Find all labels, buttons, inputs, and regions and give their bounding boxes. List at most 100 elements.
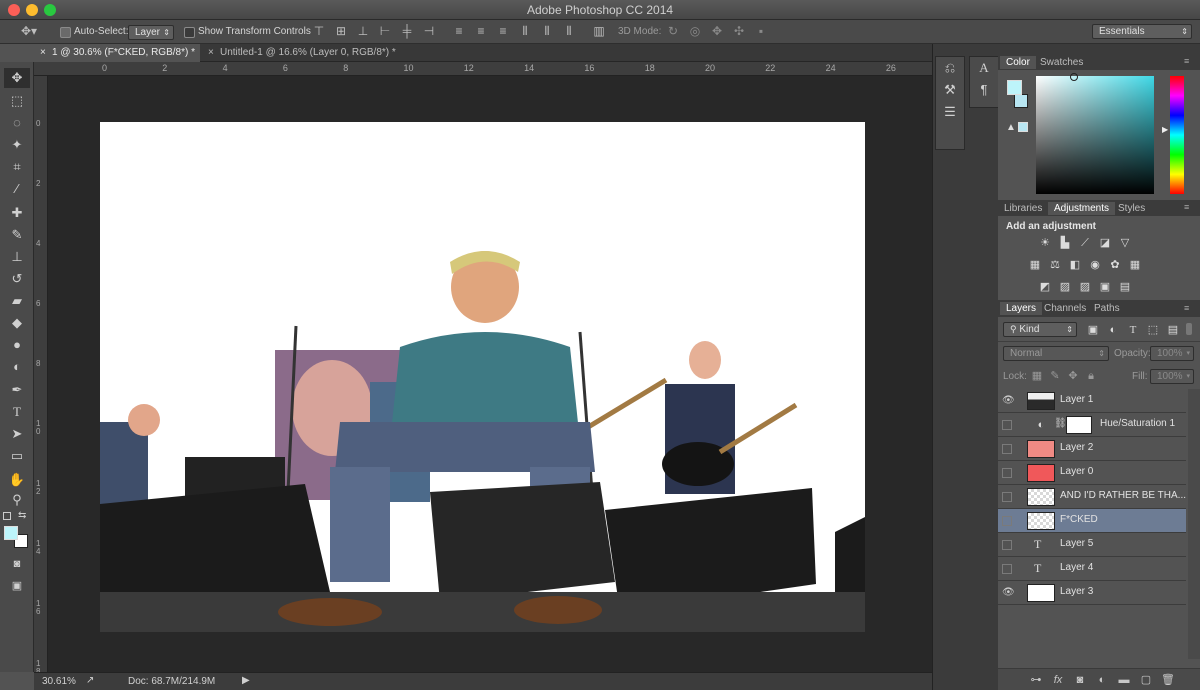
- align-vcenter-icon[interactable]: ⊞: [334, 24, 348, 38]
- filter-smart-object-icon[interactable]: ▤: [1166, 324, 1180, 336]
- photo-filter-icon[interactable]: ◉: [1088, 259, 1102, 271]
- filter-pixel-icon[interactable]: ▣: [1086, 324, 1100, 336]
- distribute-right-icon[interactable]: ⦀: [562, 24, 576, 38]
- brush-tool-icon[interactable]: ✎: [4, 225, 30, 245]
- swap-colors-icon[interactable]: ⇆: [18, 510, 26, 521]
- move-tool-icon[interactable]: ✥: [4, 68, 30, 88]
- brush-presets-icon[interactable]: ⚒: [936, 79, 964, 101]
- color-lookup-icon[interactable]: ▦: [1128, 259, 1142, 271]
- eye-icon[interactable]: 👁︎: [1002, 587, 1015, 599]
- tab-adjustments[interactable]: Adjustments: [1048, 202, 1116, 215]
- align-left-icon[interactable]: ⊢: [378, 24, 392, 38]
- eyedropper-tool-icon[interactable]: ⁄: [4, 179, 30, 199]
- layer-row[interactable]: 👁︎ Layer 3: [998, 581, 1186, 605]
- visibility-toggle[interactable]: [1002, 516, 1012, 526]
- visibility-toggle[interactable]: [1002, 468, 1012, 478]
- threshold-icon[interactable]: ▨: [1078, 281, 1092, 293]
- delete-layer-icon[interactable]: 🗑︎: [1160, 673, 1176, 687]
- layer-row[interactable]: Layer 2: [998, 437, 1186, 461]
- layer-thumbnail[interactable]: [1027, 584, 1055, 602]
- paragraph-panel-icon[interactable]: ¶: [970, 79, 998, 101]
- color-field[interactable]: [1036, 76, 1154, 194]
- gradient-map-icon[interactable]: ▤: [1118, 281, 1132, 293]
- eraser-tool-icon[interactable]: ▰: [4, 291, 30, 311]
- 3d-rotate-icon[interactable]: ↻: [666, 24, 680, 38]
- color-bg-swatch[interactable]: [1014, 94, 1028, 108]
- new-layer-icon[interactable]: ▢: [1138, 673, 1154, 687]
- zoom-tool-icon[interactable]: ⚲: [4, 490, 30, 510]
- black-white-icon[interactable]: ◧: [1068, 259, 1082, 271]
- new-adjustment-icon[interactable]: ◐: [1094, 673, 1110, 687]
- pen-tool-icon[interactable]: ✒: [4, 380, 30, 400]
- dodge-tool-icon[interactable]: ◐: [4, 357, 30, 377]
- layer-thumbnail[interactable]: [1027, 488, 1055, 506]
- history-panel-icon[interactable]: ⎌: [936, 57, 964, 79]
- path-selection-tool-icon[interactable]: ➤: [4, 424, 30, 444]
- panel-menu-icon[interactable]: ≡: [1184, 202, 1189, 212]
- filter-shape-icon[interactable]: ⬚: [1146, 324, 1160, 336]
- distribute-left-icon[interactable]: ⦀: [518, 24, 532, 38]
- properties-panel-icon[interactable]: ☰: [936, 101, 964, 123]
- layer-thumbnail[interactable]: [1027, 392, 1055, 410]
- auto-align-icon[interactable]: ▥: [592, 24, 606, 38]
- character-panel-icon[interactable]: A: [970, 57, 998, 79]
- screen-mode-icon[interactable]: ▣: [4, 576, 30, 596]
- status-menu-arrow-icon[interactable]: ▶: [242, 675, 250, 686]
- tab-styles[interactable]: Styles: [1112, 202, 1151, 215]
- visibility-toggle[interactable]: [1002, 564, 1012, 574]
- layer-row[interactable]: ◐ ⛓︎ Hue/Saturation 1: [998, 413, 1186, 437]
- 3d-pan-icon[interactable]: ✥: [710, 24, 724, 38]
- hand-tool-icon[interactable]: ✋: [4, 470, 30, 490]
- fill-field[interactable]: 100% ▾: [1150, 369, 1194, 384]
- color-balance-icon[interactable]: ⚖: [1048, 259, 1062, 271]
- align-right-icon[interactable]: ⊣: [422, 24, 436, 38]
- close-icon[interactable]: ×: [40, 44, 46, 62]
- tab-document-1[interactable]: × 1 @ 30.6% (F*CKED, RGB/8*) *: [34, 44, 200, 62]
- curves-icon[interactable]: ⟋: [1078, 237, 1092, 249]
- 3d-roll-icon[interactable]: ◎: [688, 24, 702, 38]
- filter-type-icon[interactable]: T: [1126, 324, 1140, 336]
- tab-layers[interactable]: Layers: [1000, 302, 1043, 315]
- tab-color[interactable]: Color: [1000, 56, 1036, 69]
- lock-position-icon[interactable]: ✥: [1066, 370, 1080, 382]
- tab-channels[interactable]: Channels: [1038, 302, 1092, 315]
- tab-paths[interactable]: Paths: [1088, 302, 1126, 315]
- posterize-icon[interactable]: ▨: [1058, 281, 1072, 293]
- type-tool-icon[interactable]: T: [4, 402, 30, 422]
- channel-mixer-icon[interactable]: ✿: [1108, 259, 1122, 271]
- share-icon[interactable]: ↗: [86, 675, 94, 686]
- 3d-slide-icon[interactable]: ✣: [732, 24, 746, 38]
- distribute-hcenter-icon[interactable]: ⦀: [540, 24, 554, 38]
- foreground-color-swatch[interactable]: [4, 526, 18, 540]
- blur-tool-icon[interactable]: ●: [4, 335, 30, 355]
- layer-row[interactable]: T Layer 4: [998, 557, 1186, 581]
- link-layers-icon[interactable]: ⊶: [1028, 673, 1044, 687]
- quick-mask-icon[interactable]: ◙: [4, 554, 30, 574]
- levels-icon[interactable]: ▙: [1058, 237, 1072, 249]
- align-bottom-icon[interactable]: ⊥: [356, 24, 370, 38]
- layer-thumbnail[interactable]: [1027, 464, 1055, 482]
- auto-select-dropdown[interactable]: Layer ⇕: [128, 25, 174, 40]
- layer-filter-dropdown[interactable]: ⚲ Kind ⇕: [1003, 322, 1077, 337]
- vibrance-icon[interactable]: ▽: [1118, 237, 1132, 249]
- visibility-toggle[interactable]: [1002, 444, 1012, 454]
- new-group-icon[interactable]: ▬: [1116, 673, 1132, 687]
- layer-list-scrollbar[interactable]: [1188, 389, 1200, 659]
- lasso-tool-icon[interactable]: ◌: [4, 113, 30, 133]
- blend-mode-dropdown[interactable]: Normal ⇕: [1003, 346, 1109, 361]
- visibility-toggle[interactable]: [1002, 492, 1012, 502]
- layer-mask-thumbnail[interactable]: [1066, 416, 1092, 434]
- default-colors-icon[interactable]: [3, 512, 11, 520]
- document-canvas[interactable]: [100, 122, 865, 632]
- history-brush-tool-icon[interactable]: ↺: [4, 269, 30, 289]
- add-mask-icon[interactable]: ◙: [1072, 673, 1088, 687]
- distribute-bottom-icon[interactable]: ≡: [496, 24, 510, 38]
- layer-row[interactable]: Layer 0: [998, 461, 1186, 485]
- filter-adjustment-icon[interactable]: ◐: [1106, 324, 1120, 336]
- paint-bucket-tool-icon[interactable]: ◆: [4, 313, 30, 333]
- tab-untitled-1[interactable]: × Untitled-1 @ 16.6% (Layer 0, RGB/8*) *: [202, 44, 412, 62]
- visibility-toggle[interactable]: [1002, 420, 1012, 430]
- show-transform-checkbox[interactable]: [184, 27, 195, 38]
- distribute-vcenter-icon[interactable]: ≡: [474, 24, 488, 38]
- crop-tool-icon[interactable]: ⌗: [4, 157, 30, 177]
